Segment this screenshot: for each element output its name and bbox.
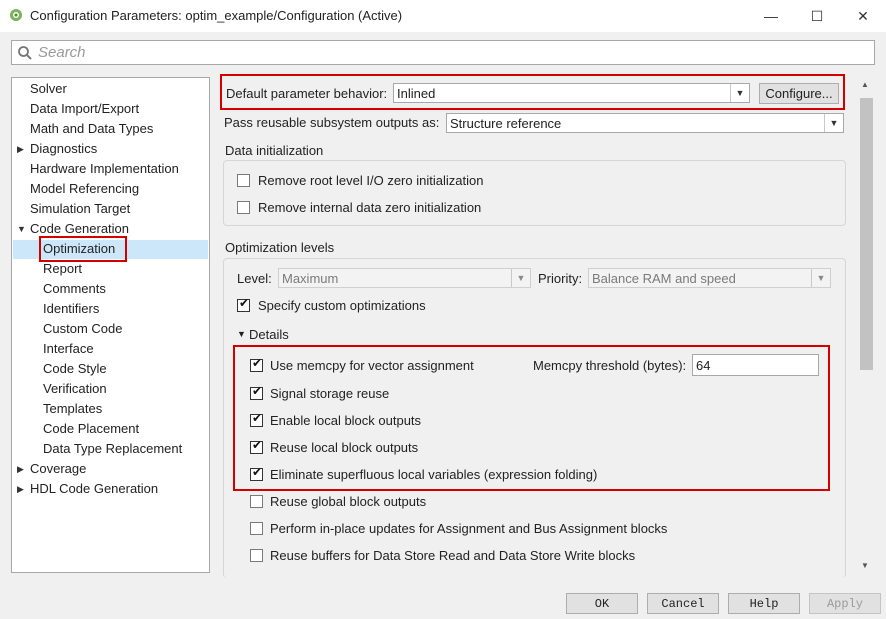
search-input[interactable] <box>11 40 875 65</box>
signal-storage-checkbox[interactable]: ✔ <box>250 384 263 400</box>
collapse-arrow-icon[interactable]: ▼ <box>17 224 26 234</box>
tree-item-solver[interactable]: Solver <box>30 79 67 99</box>
reuse-local-checkbox[interactable]: ✔ <box>250 438 263 454</box>
search-icon <box>18 46 32 60</box>
remove-internal-label: Remove internal data zero initialization <box>258 200 482 215</box>
pass-reusable-value: Structure reference <box>450 116 562 131</box>
tree-item-math-data-types[interactable]: Math and Data Types <box>30 119 153 139</box>
memcpy-threshold-input[interactable]: 64 <box>692 354 819 376</box>
remove-root-label: Remove root level I/O zero initializatio… <box>258 173 484 188</box>
inplace-label: Perform in-place updates for Assignment … <box>270 521 668 536</box>
checkmark-icon: ✔ <box>252 384 263 398</box>
tree-item-data-import-export[interactable]: Data Import/Export <box>30 99 139 119</box>
tree-item-custom-code[interactable]: Custom Code <box>43 319 122 339</box>
memcpy-label: Use memcpy for vector assignment <box>270 358 474 373</box>
tree-item-model-referencing[interactable]: Model Referencing <box>30 179 139 199</box>
checkmark-icon: ✔ <box>252 356 263 370</box>
remove-root-checkbox[interactable] <box>237 174 250 187</box>
inplace-checkbox[interactable] <box>250 522 263 535</box>
tree-item-simulation-target[interactable]: Simulation Target <box>30 199 130 219</box>
enable-local-checkbox[interactable]: ✔ <box>250 411 263 427</box>
minimize-button[interactable]: — <box>748 0 794 32</box>
dropdown-arrow-icon: ▼ <box>811 269 830 287</box>
priority-label: Priority: <box>538 271 583 286</box>
scroll-up-icon[interactable]: ▲ <box>861 80 869 89</box>
checkmark-icon: ✔ <box>252 465 263 479</box>
dropdown-arrow-icon: ▼ <box>824 114 843 132</box>
scroll-down-icon[interactable]: ▼ <box>861 561 869 570</box>
specify-custom-label: Specify custom optimizations <box>258 298 426 313</box>
tree-item-verification[interactable]: Verification <box>43 379 107 399</box>
level-value: Maximum <box>282 271 339 286</box>
tree-item-identifiers[interactable]: Identifiers <box>43 299 99 319</box>
priority-value: Balance RAM and speed <box>592 271 736 286</box>
level-label: Level: <box>237 271 272 286</box>
specify-custom-checkbox[interactable]: ✔ <box>237 296 250 312</box>
maximize-button[interactable]: ☐ <box>794 0 840 32</box>
signal-storage-label: Signal storage reuse <box>270 386 390 401</box>
default-param-label: Default parameter behavior: <box>226 86 388 101</box>
opt-levels-header: Optimization levels <box>225 240 335 255</box>
enable-local-label: Enable local block outputs <box>270 413 422 428</box>
tree-item-templates[interactable]: Templates <box>43 399 102 419</box>
cancel-button[interactable]: Cancel <box>647 593 719 614</box>
priority-select[interactable]: Balance RAM and speed ▼ <box>588 268 831 288</box>
ok-button[interactable]: OK <box>566 593 638 614</box>
scrollbar-thumb[interactable] <box>860 98 873 370</box>
tree-item-interface[interactable]: Interface <box>43 339 94 359</box>
default-param-value: Inlined <box>397 86 436 101</box>
expand-arrow-icon[interactable]: ▶ <box>17 144 24 155</box>
memcpy-checkbox[interactable]: ✔ <box>250 356 263 372</box>
dropdown-arrow-icon: ▼ <box>511 269 530 287</box>
details-collapse-icon[interactable]: ▼ <box>237 329 246 339</box>
tree-item-hdl-code-generation[interactable]: HDL Code Generation <box>30 479 158 499</box>
default-param-select[interactable]: Inlined ▼ <box>393 83 750 103</box>
checkmark-icon: ✔ <box>252 438 263 452</box>
reuse-buffers-checkbox[interactable] <box>250 549 263 562</box>
checkmark-icon: ✔ <box>252 411 263 425</box>
pass-reusable-select[interactable]: Structure reference ▼ <box>446 113 844 133</box>
tree-item-optimization[interactable]: Optimization <box>43 239 115 259</box>
search-placeholder: Search <box>38 44 86 61</box>
app-icon <box>10 9 22 21</box>
tree-item-hardware-implementation[interactable]: Hardware Implementation <box>30 159 179 179</box>
tree-item-code-generation[interactable]: Code Generation <box>30 219 129 239</box>
expand-arrow-icon[interactable]: ▶ <box>17 464 24 475</box>
pass-reusable-label: Pass reusable subsystem outputs as: <box>224 115 440 130</box>
tree-item-diagnostics[interactable]: Diagnostics <box>30 139 97 159</box>
expand-arrow-icon[interactable]: ▶ <box>17 484 24 495</box>
eliminate-label: Eliminate superfluous local variables (e… <box>270 467 598 482</box>
dropdown-arrow-icon: ▼ <box>730 84 749 102</box>
details-toggle[interactable]: Details <box>249 327 289 342</box>
configure-button[interactable]: Configure... <box>759 83 839 104</box>
data-init-header: Data initialization <box>225 143 324 158</box>
reuse-global-label: Reuse global block outputs <box>270 494 427 509</box>
data-init-group <box>223 160 846 226</box>
reuse-local-label: Reuse local block outputs <box>270 440 419 455</box>
memcpy-threshold-label: Memcpy threshold (bytes): <box>533 358 687 373</box>
help-button[interactable]: Help <box>728 593 800 614</box>
eliminate-checkbox[interactable]: ✔ <box>250 465 263 481</box>
reuse-global-checkbox[interactable] <box>250 495 263 508</box>
tree-item-code-placement[interactable]: Code Placement <box>43 419 139 439</box>
tree-item-report[interactable]: Report <box>43 259 82 279</box>
tree-item-code-style[interactable]: Code Style <box>43 359 107 379</box>
close-button[interactable]: ✕ <box>840 0 886 32</box>
tree-item-coverage[interactable]: Coverage <box>30 459 86 479</box>
remove-internal-checkbox[interactable] <box>237 201 250 214</box>
checkmark-icon: ✔ <box>239 296 250 310</box>
level-select[interactable]: Maximum ▼ <box>278 268 531 288</box>
tree-item-data-type-replacement[interactable]: Data Type Replacement <box>43 439 182 459</box>
reuse-buffers-label: Reuse buffers for Data Store Read and Da… <box>270 548 636 563</box>
window-title: Configuration Parameters: optim_example/… <box>30 8 403 23</box>
apply-button[interactable]: Apply <box>809 593 881 614</box>
tree-item-comments[interactable]: Comments <box>43 279 106 299</box>
memcpy-threshold-value: 64 <box>696 358 711 373</box>
